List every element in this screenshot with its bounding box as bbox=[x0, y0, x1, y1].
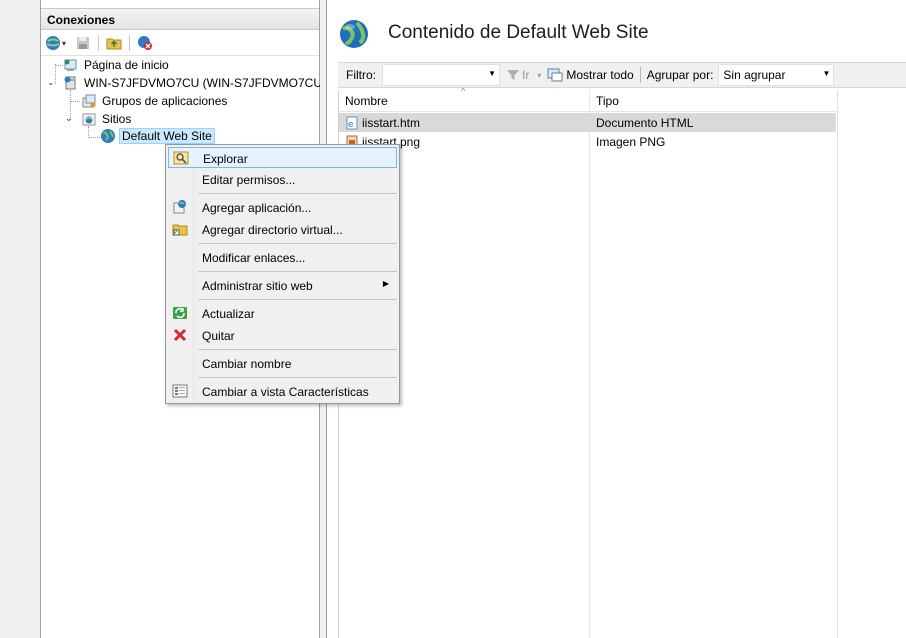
funnel-icon bbox=[507, 70, 519, 80]
connections-toolbar: ▾ bbox=[41, 31, 319, 56]
tree-item-label: WIN-S7JFDVMO7CU (WIN-S7JFDVMO7CU\A bbox=[84, 76, 334, 90]
column-header-name[interactable]: Nombre bbox=[345, 94, 388, 108]
column-header-type[interactable]: Tipo bbox=[596, 94, 619, 108]
go-label: Ir bbox=[522, 68, 530, 82]
show-all-button[interactable]: Mostrar todo bbox=[547, 68, 634, 82]
menu-separator bbox=[198, 299, 397, 300]
menu-item-manage-site[interactable]: Administrar sitio web ▶ bbox=[168, 275, 397, 296]
sort-caret-icon: ^ bbox=[461, 86, 466, 96]
explore-icon bbox=[173, 150, 189, 166]
file-type: Documento HTML bbox=[596, 115, 694, 130]
menu-label: Administrar sitio web bbox=[202, 279, 313, 293]
menu-item-add-application[interactable]: Agregar aplicación... bbox=[168, 197, 397, 218]
menu-label: Agregar aplicación... bbox=[202, 201, 312, 215]
file-name: iisstart.htm bbox=[362, 115, 421, 130]
remove-x-icon bbox=[172, 327, 188, 343]
menu-label: Agregar directorio virtual... bbox=[202, 223, 343, 237]
menu-item-remove[interactable]: Quitar bbox=[168, 325, 397, 346]
submenu-arrow-icon: ▶ bbox=[382, 279, 389, 288]
context-menu: Explorar Editar permisos... Agregar apli… bbox=[165, 144, 400, 404]
tree-item-default-site[interactable]: Default Web Site bbox=[100, 127, 215, 145]
file-name-cell: e iisstart.htm bbox=[345, 116, 420, 130]
tree-item-label: Sitios bbox=[102, 112, 132, 126]
menu-label: Cambiar a vista Características bbox=[202, 385, 369, 399]
server-icon bbox=[63, 75, 79, 91]
go-button[interactable]: Ir ▾ bbox=[506, 68, 541, 82]
site-globe-icon bbox=[338, 18, 370, 53]
connect-icon[interactable] bbox=[43, 33, 63, 53]
menu-item-add-virtual-dir[interactable]: Agregar directorio virtual... bbox=[168, 219, 397, 240]
tree-item-label: Grupos de aplicaciones bbox=[102, 94, 228, 108]
menu-item-explore[interactable]: Explorar bbox=[168, 147, 397, 168]
menu-label: Cambiar nombre bbox=[202, 357, 292, 371]
add-application-icon bbox=[172, 199, 188, 215]
column-divider[interactable] bbox=[589, 90, 590, 638]
list-row-iisstart-htm[interactable]: e iisstart.htm Documento HTML bbox=[339, 113, 836, 132]
group-by-value: Sin agrupar bbox=[723, 68, 786, 82]
chevron-down-icon[interactable]: ▼ bbox=[823, 69, 831, 78]
tree-line bbox=[55, 64, 56, 84]
menu-separator bbox=[198, 193, 397, 194]
content-list: ^ Nombre Tipo e iisstart.htm Documento H… bbox=[338, 86, 839, 638]
menu-item-edit-permissions[interactable]: Editar permisos... bbox=[168, 169, 397, 190]
add-virtual-directory-icon bbox=[172, 221, 188, 237]
home-page-icon bbox=[63, 57, 79, 73]
filter-input[interactable]: ▼ bbox=[382, 64, 500, 86]
list-row-iisstart-png[interactable]: iisstart.png Imagen PNG bbox=[339, 132, 836, 151]
chevron-down-icon[interactable]: ▾ bbox=[537, 71, 541, 80]
save-icon[interactable] bbox=[73, 33, 93, 53]
svg-text:e: e bbox=[348, 120, 354, 130]
expand-chevron-icon[interactable]: ⌄ bbox=[47, 77, 55, 88]
filter-bar: Filtro: ▼ Ir ▾ Mostrar todo Agrupar por:… bbox=[338, 62, 906, 88]
file-type: Imagen PNG bbox=[596, 134, 666, 149]
chevron-down-icon[interactable]: ▼ bbox=[488, 69, 496, 78]
menu-item-edit-bindings[interactable]: Modificar enlaces... bbox=[168, 247, 397, 268]
show-all-icon bbox=[547, 68, 563, 82]
tree-line bbox=[88, 137, 100, 138]
tree-line bbox=[55, 65, 63, 66]
connect-dropdown-icon[interactable]: ▾ bbox=[62, 39, 70, 48]
menu-label: Quitar bbox=[202, 329, 235, 343]
menu-separator bbox=[198, 271, 397, 272]
disconnect-icon[interactable] bbox=[135, 33, 155, 53]
tree-item-sites[interactable]: Sitios bbox=[81, 110, 133, 128]
tree-item-label: Página de inicio bbox=[84, 58, 169, 72]
page-title: Contenido de Default Web Site bbox=[388, 22, 649, 43]
filter-label: Filtro: bbox=[346, 68, 376, 82]
toolbar-separator bbox=[98, 35, 99, 51]
menu-label: Explorar bbox=[203, 152, 248, 166]
tree-item-home[interactable]: Página de inicio bbox=[63, 56, 171, 74]
tree-item-label: Default Web Site bbox=[119, 128, 215, 144]
menu-item-refresh[interactable]: Actualizar bbox=[168, 303, 397, 324]
group-by-select[interactable]: Sin agrupar ▼ bbox=[718, 64, 835, 86]
menu-separator bbox=[198, 349, 397, 350]
menu-item-switch-features-view[interactable]: Cambiar a vista Características bbox=[168, 381, 397, 402]
refresh-icon bbox=[172, 305, 188, 321]
menu-item-rename[interactable]: Cambiar nombre bbox=[168, 353, 397, 374]
connections-header: Conexiones bbox=[41, 8, 319, 30]
menu-separator bbox=[198, 243, 397, 244]
filterbar-separator bbox=[639, 67, 641, 83]
toolbar-separator bbox=[129, 35, 130, 51]
up-folder-icon[interactable] bbox=[104, 33, 124, 53]
tree-item-app-pools[interactable]: Grupos de aplicaciones bbox=[81, 92, 229, 110]
menu-label: Actualizar bbox=[202, 307, 255, 321]
tree-line bbox=[70, 101, 80, 102]
app-pools-icon bbox=[81, 93, 97, 109]
group-by-label: Agrupar por: bbox=[646, 68, 714, 82]
expand-chevron-icon[interactable]: ⌄ bbox=[65, 113, 73, 124]
menu-label: Modificar enlaces... bbox=[202, 251, 306, 265]
sites-folder-icon bbox=[81, 111, 97, 127]
menu-separator bbox=[198, 377, 397, 378]
features-view-icon bbox=[172, 383, 188, 399]
globe-icon bbox=[100, 128, 116, 144]
show-all-label: Mostrar todo bbox=[566, 68, 634, 82]
tree-item-server[interactable]: WIN-S7JFDVMO7CU (WIN-S7JFDVMO7CU\A bbox=[63, 74, 335, 92]
menu-label: Editar permisos... bbox=[202, 173, 296, 187]
html-file-icon: e bbox=[346, 116, 358, 130]
